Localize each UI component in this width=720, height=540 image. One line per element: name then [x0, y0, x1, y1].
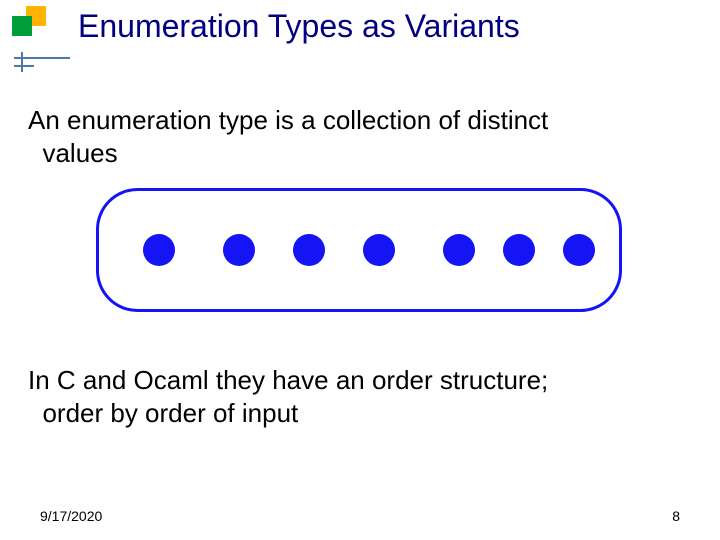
enumeration-diagram — [96, 188, 622, 312]
enum-dot-7 — [563, 234, 595, 266]
p1-line1: An enumeration type is a collection of d… — [28, 105, 548, 135]
footer-page-number: 8 — [672, 508, 680, 524]
footer-date: 9/17/2020 — [40, 508, 102, 524]
enum-dot-2 — [223, 234, 255, 266]
p1-line2: values — [42, 138, 117, 168]
slide-title: Enumeration Types as Variants — [78, 8, 520, 45]
slide: Enumeration Types as Variants An enumera… — [0, 0, 720, 540]
enum-dot-1 — [143, 234, 175, 266]
title-decoration — [12, 6, 72, 79]
slide-footer: 9/17/2020 8 — [40, 508, 680, 524]
p2-line1: In C and Ocaml they have an order struct… — [28, 365, 548, 395]
paragraph-2: In C and Ocaml they have an order struct… — [28, 364, 692, 429]
enum-dot-5 — [443, 234, 475, 266]
enum-dot-3 — [293, 234, 325, 266]
enum-dot-6 — [503, 234, 535, 266]
enum-dot-4 — [363, 234, 395, 266]
deco-square-green — [12, 16, 32, 36]
paragraph-1: An enumeration type is a collection of d… — [28, 104, 692, 169]
p2-line2: order by order of input — [42, 398, 298, 428]
diagram-container-rect — [98, 190, 621, 311]
